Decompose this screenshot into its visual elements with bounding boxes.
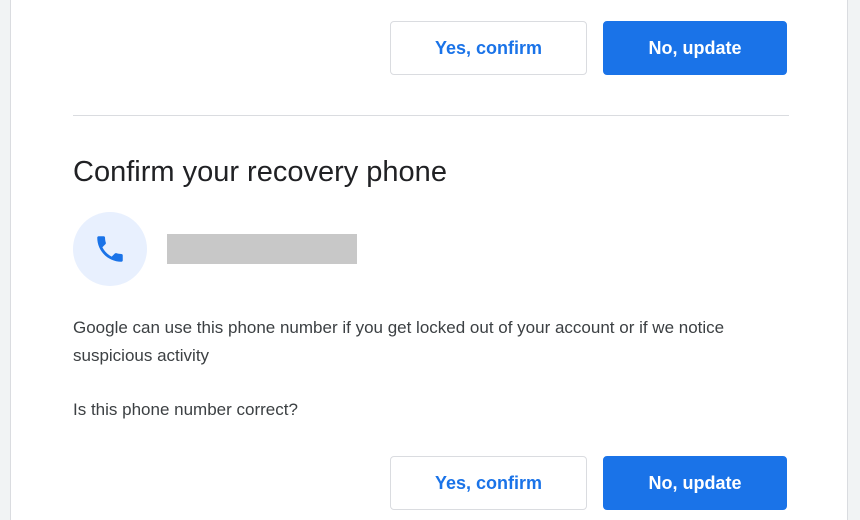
confirm-question: Is this phone number correct? [73,400,298,419]
bottom-action-row: Yes, confirm No, update [390,456,787,510]
recovery-info-card: Yes, confirm No, update Confirm your rec… [10,0,848,520]
phone-description: Google can use this phone number if you … [73,318,725,365]
section-title: Confirm your recovery phone [73,156,447,188]
yes-confirm-button[interactable]: Yes, confirm [390,21,587,75]
no-update-phone-button[interactable]: No, update [603,456,787,510]
top-action-row: Yes, confirm No, update [390,21,787,75]
section-divider [73,115,789,116]
redacted-phone-number [167,234,357,264]
phone-avatar [73,212,147,286]
phone-icon [97,236,123,262]
yes-confirm-phone-button[interactable]: Yes, confirm [390,456,587,510]
phone-number-row [73,212,357,286]
no-update-button[interactable]: No, update [603,21,787,75]
